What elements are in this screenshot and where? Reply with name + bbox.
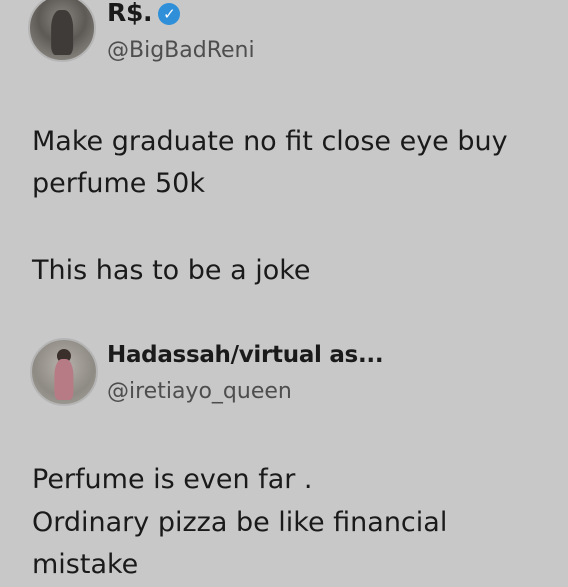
tweet-text-line: Ordinary pizza be like financial — [32, 507, 448, 538]
tweet-text-line: Make graduate no fit close eye buy — [32, 126, 508, 157]
tweet-text-line: perfume 50k — [32, 168, 205, 199]
tweet-text-line: This has to be a joke — [32, 255, 311, 286]
user-handle[interactable]: @iretiayo_queen — [107, 379, 292, 404]
user-handle[interactable]: @BigBadReni — [107, 38, 255, 63]
tweet-text-line: mistake — [32, 549, 139, 580]
avatar[interactable] — [30, 338, 98, 406]
verified-badge-icon: ✓ — [158, 3, 181, 25]
display-name[interactable]: Hadassah/virtual as... — [107, 342, 384, 368]
avatar[interactable] — [28, 0, 96, 62]
tweet-text-line: Perfume is even far . — [32, 464, 313, 495]
display-name[interactable]: R$. ✓ — [107, 0, 181, 27]
